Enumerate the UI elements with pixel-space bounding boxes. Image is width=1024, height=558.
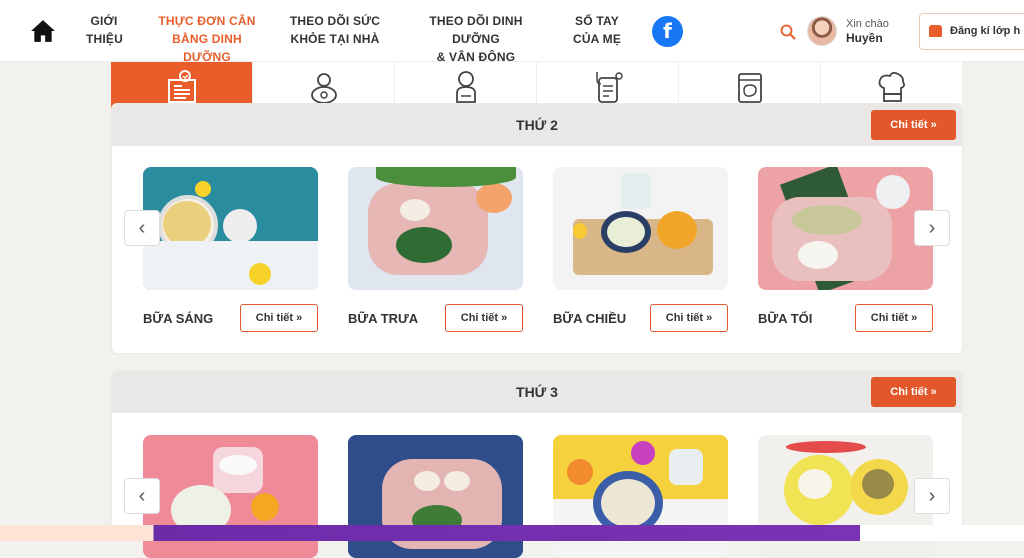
meal-image-toi[interactable] <box>758 167 933 290</box>
day-section-thu-3: THỨ 3 Chi tiết » ‹ › <box>111 370 963 558</box>
nav-gioi-thieu[interactable]: GIỚI THIỆU <box>86 12 123 48</box>
meal-detail-button[interactable]: Chi tiết » <box>445 304 523 332</box>
carousel-prev-button[interactable]: ‹ <box>124 478 160 514</box>
top-navigation: GIỚI THIỆU THỰC ĐƠN CÂN BẰNG DINH DƯỠNG … <box>0 0 1024 64</box>
meal-image-sang[interactable] <box>143 167 318 290</box>
jar-icon <box>737 72 762 103</box>
meal-name: BỮA SÁNG <box>143 311 214 326</box>
search-icon[interactable] <box>780 24 796 40</box>
day-detail-button[interactable]: Chi tiết » <box>871 377 956 407</box>
cake-icon <box>929 25 942 37</box>
day-section-thu-2: THỨ 2 Chi tiết » BỮA SÁNG Chi tiết » BỮA… <box>111 103 963 354</box>
meal-detail-button[interactable]: Chi tiết » <box>855 304 933 332</box>
facebook-icon[interactable]: f <box>652 16 683 47</box>
day-header: THỨ 3 Chi tiết » <box>112 371 962 413</box>
day-header: THỨ 2 Chi tiết » <box>112 104 962 146</box>
meal-name: BỮA TỐI <box>758 311 813 326</box>
meal-detail-button[interactable]: Chi tiết » <box>240 304 318 332</box>
avatar[interactable] <box>807 16 837 46</box>
nav-so-tay[interactable]: SỔ TAY CỦA MẸ <box>570 12 624 48</box>
carousel-prev-button[interactable]: ‹ <box>124 210 160 246</box>
carousel-next-button[interactable]: › <box>914 478 950 514</box>
nav-theo-doi-dinh-duong[interactable]: THEO DÕI DINH DƯỠNG & VẬN ĐỘNG <box>405 12 547 66</box>
meal-detail-button[interactable]: Chi tiết » <box>650 304 728 332</box>
baby-icon <box>310 72 337 104</box>
meal-card-chieu[interactable]: BỮA CHIỀU Chi tiết » <box>553 167 728 332</box>
stethoscope-icon <box>595 71 623 103</box>
carousel-next-button[interactable]: › <box>914 210 950 246</box>
child-icon <box>455 70 476 103</box>
meal-image-chieu[interactable] <box>553 167 728 290</box>
nav-theo-doi-suc-khoe[interactable]: THEO DÕI SỨC KHỎE TẠI NHÀ <box>289 12 381 48</box>
meal-card-sang[interactable]: BỮA SÁNG Chi tiết » <box>143 167 318 332</box>
nav-thuc-don[interactable]: THỰC ĐƠN CÂN BẰNG DINH DƯỠNG <box>148 12 266 66</box>
meal-image-trua[interactable] <box>348 167 523 290</box>
register-class-button[interactable]: Đăng kí lớp h <box>919 13 1024 50</box>
menu-icon <box>167 69 196 103</box>
bottom-banner <box>0 525 1024 541</box>
meal-card-toi[interactable]: BỮA TỐI Chi tiết » <box>758 167 933 332</box>
meal-name: BỮA TRƯA <box>348 311 419 326</box>
meal-card-trua[interactable]: BỮA TRƯA Chi tiết » <box>348 167 523 332</box>
home-icon[interactable] <box>30 18 56 44</box>
user-greeting[interactable]: Xin chào Huyền <box>846 17 889 45</box>
day-detail-button[interactable]: Chi tiết » <box>871 110 956 140</box>
chef-hat-icon <box>878 71 905 102</box>
meal-name: BỮA CHIỀU <box>553 311 627 326</box>
